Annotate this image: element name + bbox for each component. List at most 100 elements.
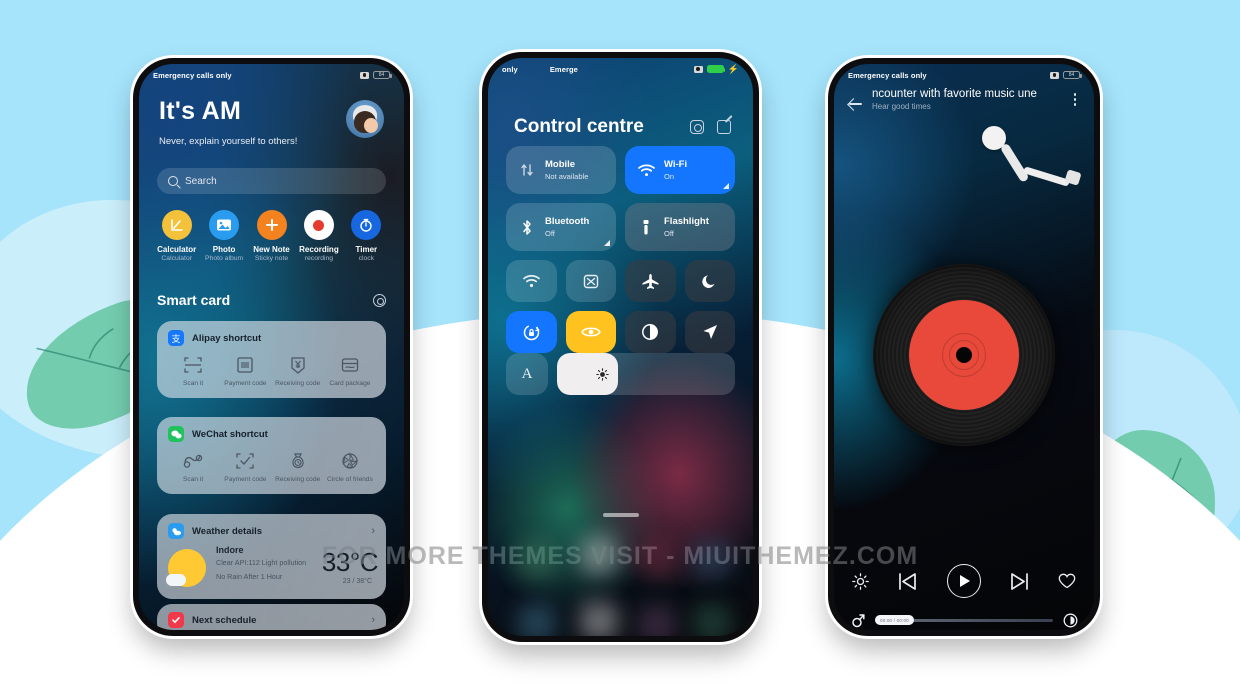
- app-sublabel: Sticky note: [254, 255, 289, 263]
- receiving-code-icon: [272, 354, 324, 376]
- previous-button[interactable]: [897, 572, 918, 591]
- drag-handle[interactable]: [602, 513, 639, 517]
- greeting-subtitle: Never, explain yourself to others!: [159, 136, 298, 147]
- toggle-cast[interactable]: [565, 260, 616, 302]
- secondary-toggle-grid: [506, 260, 735, 353]
- app-label: Timer: [355, 245, 378, 254]
- app-sublabel: Calculator: [161, 255, 192, 263]
- location-icon: [703, 325, 717, 339]
- play-button[interactable]: [946, 564, 981, 598]
- brightness-row: A: [506, 353, 735, 395]
- alipay-action-scan[interactable]: Scan it: [167, 354, 219, 387]
- rotation-lock-icon: [523, 324, 540, 340]
- card-title: Alipay shortcut: [192, 332, 262, 344]
- tile-label: Wi-Fi: [664, 158, 688, 170]
- greeting-title: It's AM: [159, 97, 242, 125]
- tile-state: On: [664, 172, 675, 182]
- tile-state: Off: [664, 229, 674, 239]
- avatar[interactable]: [346, 100, 384, 138]
- chevron-right-icon: ›: [371, 614, 375, 626]
- wechat-action-receiving[interactable]: Receiving code: [272, 450, 324, 483]
- alipay-action-payment[interactable]: Payment code: [219, 354, 271, 387]
- favorite-button[interactable]: [1058, 573, 1076, 589]
- app-shortcut-row: Calculator Calculator Photo Photo album …: [153, 210, 390, 263]
- money-bag-icon: [272, 450, 324, 472]
- gender-symbol-icon[interactable]: [850, 612, 866, 628]
- tile-state: Off: [545, 229, 555, 239]
- card-wechat-shortcut[interactable]: WeChat shortcut Scan it Payment code Rec…: [157, 417, 386, 495]
- app-shortcut-calculator[interactable]: Calculator Calculator: [153, 210, 200, 263]
- carrier-label-center: Emerge: [549, 64, 578, 74]
- flashlight-icon: [637, 219, 655, 236]
- timer-button[interactable]: [1062, 612, 1078, 628]
- toggle-rotation-lock[interactable]: [506, 311, 557, 353]
- card-alipay-shortcut[interactable]: 支 Alipay shortcut Scan it Payment code R…: [157, 321, 386, 399]
- eye-comfort-icon: [580, 327, 601, 337]
- toggle-contrast[interactable]: [625, 311, 676, 353]
- toggle-font-size[interactable]: A: [506, 353, 548, 395]
- battery-icon: 84: [1063, 70, 1082, 80]
- play-icon: [959, 575, 970, 587]
- favorite-icon: [1058, 573, 1076, 589]
- alipay-action-receiving[interactable]: Receiving code: [272, 354, 324, 387]
- camera-indicator-icon: [693, 65, 703, 73]
- toggle-hotspot[interactable]: [506, 260, 557, 302]
- app-sublabel: recording: [304, 255, 334, 263]
- tile-mobile-data[interactable]: Mobile Not available: [506, 146, 616, 194]
- phone-control-centre: only Emerge ⚡ Control centre Mobile Not: [482, 52, 759, 642]
- toggle-location[interactable]: [684, 311, 735, 353]
- smart-card-title: Smart card: [157, 292, 231, 308]
- battery-icon: 84: [373, 70, 392, 80]
- phone-music-player: Emergency calls only 84 ncounter with fa…: [828, 58, 1100, 636]
- carrier-label: Emergency calls only: [153, 70, 232, 80]
- wechat-action-moments[interactable]: Circle of friends: [324, 450, 376, 483]
- tile-label: Mobile: [545, 158, 576, 170]
- app-shortcut-recording[interactable]: Recording recording: [295, 210, 342, 263]
- toggle-dark-mode[interactable]: [684, 260, 735, 302]
- barcode-icon: [219, 354, 271, 376]
- next-icon: [1010, 572, 1028, 590]
- brightness-slider[interactable]: [557, 353, 735, 395]
- tile-flashlight[interactable]: Flashlight Off: [625, 203, 735, 251]
- tile-bluetooth[interactable]: Bluetooth Off: [506, 203, 616, 251]
- expand-corner-icon[interactable]: [604, 240, 610, 246]
- cast-off-icon: [583, 274, 598, 288]
- alipay-action-card-package[interactable]: Card package: [324, 354, 376, 387]
- plus-icon: [256, 210, 287, 240]
- progress-slider[interactable]: 00:00 / 00:00: [875, 615, 1053, 625]
- card-next-schedule[interactable]: Next schedule ›: [157, 604, 386, 630]
- charging-bolt-icon: ⚡: [727, 63, 739, 74]
- carrier-label-left: only: [502, 64, 518, 74]
- app-shortcut-new-note[interactable]: New Note Sticky note: [248, 210, 295, 263]
- contrast-icon: [642, 324, 659, 340]
- moments-icon: [324, 450, 376, 472]
- next-button[interactable]: [1009, 572, 1030, 591]
- weather-temperature: 33°C: [321, 547, 379, 577]
- time-indicator: 00:00 / 00:00: [875, 615, 914, 625]
- turntable-tonearm: [982, 126, 1092, 196]
- wechat-action-payment[interactable]: Payment code: [219, 450, 271, 483]
- gear-icon[interactable]: [373, 293, 386, 307]
- card-weather-details[interactable]: Weather details › Indore Clear API:112 L…: [157, 514, 386, 599]
- sun-icon: [166, 549, 206, 587]
- scan-icon: [167, 354, 219, 376]
- toggle-eye-comfort[interactable]: [565, 311, 616, 353]
- toggle-airplane-mode[interactable]: [625, 260, 676, 302]
- settings-gear-icon[interactable]: [690, 120, 704, 134]
- app-shortcut-timer[interactable]: Timer clock: [343, 210, 390, 263]
- app-label: Calculator: [157, 245, 197, 254]
- more-options-icon[interactable]: [1068, 93, 1082, 109]
- brightness-button[interactable]: [852, 572, 869, 590]
- app-shortcut-photo[interactable]: Photo Photo album: [200, 210, 247, 263]
- camera-indicator-icon: [1050, 71, 1059, 79]
- back-arrow-icon[interactable]: [846, 95, 864, 113]
- mobile-data-icon: [518, 162, 536, 178]
- edit-icon[interactable]: [717, 120, 731, 134]
- search-input[interactable]: Search: [157, 168, 386, 194]
- tile-wifi[interactable]: Wi-Fi On: [625, 146, 735, 194]
- wifi-icon: [637, 164, 655, 177]
- wechat-action-scan[interactable]: Scan it: [167, 450, 219, 483]
- smart-card-header: Smart card: [157, 292, 386, 308]
- expand-corner-icon[interactable]: [723, 183, 729, 189]
- tile-label: Flashlight: [664, 215, 709, 227]
